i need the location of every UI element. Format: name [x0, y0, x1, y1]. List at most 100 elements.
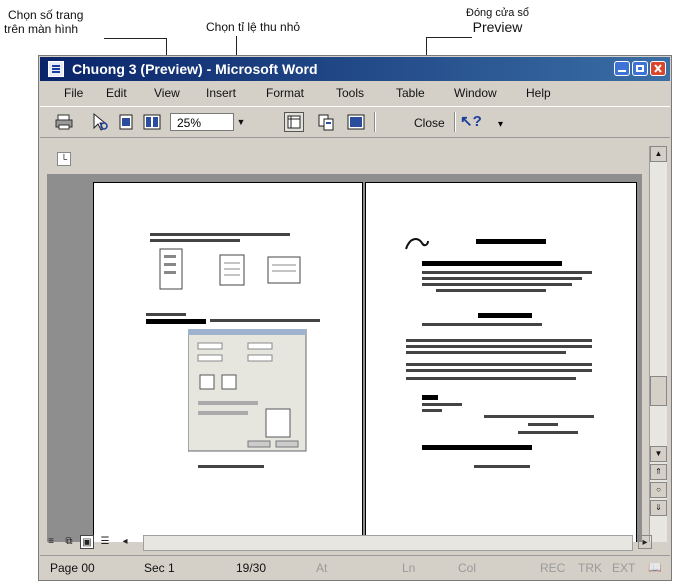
page-text-line	[422, 261, 562, 266]
ruler-tab-selector[interactable]: └	[57, 152, 71, 166]
callout-pages-line2: trên màn hình	[4, 22, 79, 36]
menu-window[interactable]: Window	[454, 86, 497, 100]
print-layout-view-icon[interactable]: ▣	[80, 535, 94, 549]
view-ruler-icon	[287, 115, 301, 129]
horizontal-scrollbar[interactable]	[143, 535, 633, 551]
page-text-line	[528, 423, 558, 426]
page-text-line	[406, 351, 566, 354]
status-ext[interactable]: EXT	[612, 561, 635, 575]
scroll-up-button[interactable]: ▲	[650, 146, 667, 162]
shrink-to-fit-icon	[318, 114, 334, 131]
status-page-of: 19/30	[236, 561, 267, 575]
print-icon	[55, 114, 73, 130]
multiple-pages-button[interactable]	[142, 112, 162, 132]
page-text-line	[518, 431, 578, 434]
menu-table[interactable]: Table	[396, 86, 425, 100]
close-x-icon	[654, 64, 662, 73]
vertical-scrollbar[interactable]: ▲ ▼ ⇑ ○ ⇓	[649, 146, 667, 542]
full-screen-button[interactable]	[346, 112, 366, 132]
zoom-dropdown-button[interactable]: ▼	[234, 113, 248, 131]
callout-pages-leader-h	[104, 38, 166, 39]
status-page: Page 00	[50, 561, 95, 575]
window-title: Chuong 3 (Preview) - Microsoft Word	[72, 61, 318, 77]
callout-pages-on-screen: Chọn số trang trên màn hình	[4, 8, 83, 36]
page-text-line	[406, 339, 592, 342]
vertical-scroll-thumb[interactable]	[650, 376, 667, 406]
preview-workspace	[47, 174, 642, 542]
status-ln: Ln	[402, 561, 416, 575]
page-text-line	[406, 363, 592, 366]
menu-file[interactable]: File	[64, 86, 83, 100]
preview-page-right[interactable]	[365, 182, 637, 542]
menu-insert[interactable]: Insert	[206, 86, 236, 100]
next-page-button[interactable]: ⇓	[650, 500, 667, 516]
status-rec[interactable]: REC	[540, 561, 565, 575]
callout-close-line2: Preview	[472, 19, 523, 35]
one-page-button[interactable]	[116, 112, 136, 132]
menu-tools[interactable]: Tools	[336, 86, 364, 100]
word-window: Chuong 3 (Preview) - Microsoft Word File…	[38, 55, 672, 581]
status-at: At	[316, 561, 328, 575]
double-up-icon: ⇑	[655, 467, 662, 476]
page-logo-icon	[405, 238, 429, 250]
page-dialog-screenshot	[188, 329, 307, 452]
page-text-line	[210, 319, 320, 322]
page-text-line	[422, 395, 438, 400]
page-text-line	[422, 323, 542, 326]
arrow-up-icon: ▲	[654, 149, 663, 158]
callout-close-line1: Đóng cửa sổ	[466, 7, 530, 19]
maximize-button[interactable]	[632, 61, 648, 76]
chevron-down-icon: ▼	[236, 117, 246, 127]
page-text-line	[198, 465, 264, 468]
print-button[interactable]	[54, 112, 74, 132]
menu-view[interactable]: View	[154, 86, 180, 100]
toolbar-separator	[374, 112, 375, 132]
toolbar-options-icon[interactable]: ▾	[498, 119, 503, 130]
view-buttons-bar: ≡ ⧉ ▣ ☰ ◂ ▸	[40, 534, 670, 552]
page-text-line	[422, 445, 532, 450]
select-browse-object-button[interactable]: ○	[650, 482, 667, 498]
web-layout-view-icon[interactable]: ⧉	[62, 535, 76, 549]
callout-close-preview: Đóng cửa sổ Preview	[466, 6, 529, 34]
minimize-button[interactable]	[614, 61, 630, 76]
page-text-line	[150, 239, 240, 242]
scroll-right-icon[interactable]: ▸	[638, 535, 652, 549]
callout-pages-line1: Chọn số trang	[8, 8, 84, 22]
page-text-line	[478, 313, 532, 318]
spelling-status-icon[interactable]: 📖	[648, 561, 662, 574]
title-bar[interactable]: Chuong 3 (Preview) - Microsoft Word	[40, 57, 670, 81]
close-preview-button[interactable]: Close	[414, 116, 445, 130]
menu-edit[interactable]: Edit	[106, 86, 127, 100]
close-window-button[interactable]	[650, 61, 666, 76]
word-document-icon[interactable]	[48, 61, 64, 77]
magnifier-icon	[93, 112, 108, 131]
scroll-left-icon[interactable]: ◂	[118, 535, 132, 549]
preview-page-left[interactable]	[93, 182, 363, 542]
page-text-line	[422, 409, 442, 412]
page-text-line	[146, 319, 206, 324]
page-figure-icons	[159, 248, 301, 290]
normal-view-icon[interactable]: ≡	[44, 535, 58, 549]
zoom-combobox[interactable]: 25%	[170, 113, 234, 131]
page-text-line	[406, 377, 576, 380]
menu-bar: File Edit View Insert Format Tools Table…	[40, 82, 670, 104]
arrow-down-icon: ▼	[654, 449, 663, 458]
status-bar: Page 00 Sec 1 19/30 At Ln Col REC TRK EX…	[40, 555, 670, 580]
magnifier-button[interactable]	[90, 112, 110, 132]
menu-format[interactable]: Format	[266, 86, 304, 100]
browse-object-icon: ○	[656, 485, 661, 494]
status-trk[interactable]: TRK	[578, 561, 602, 575]
outline-view-icon[interactable]: ☰	[98, 535, 112, 549]
page-text-line	[474, 465, 530, 468]
previous-page-button[interactable]: ⇑	[650, 464, 667, 480]
shrink-to-fit-button[interactable]	[316, 112, 336, 132]
page-text-line	[406, 345, 592, 348]
scroll-down-button[interactable]: ▼	[650, 446, 667, 462]
menu-help[interactable]: Help	[526, 86, 551, 100]
page-text-line	[422, 403, 462, 406]
toolbar-separator	[454, 112, 455, 132]
page-text-line	[436, 289, 546, 292]
context-help-icon[interactable]: ↖?	[460, 112, 482, 130]
page-text-line	[146, 313, 186, 316]
view-ruler-button[interactable]	[284, 112, 304, 132]
